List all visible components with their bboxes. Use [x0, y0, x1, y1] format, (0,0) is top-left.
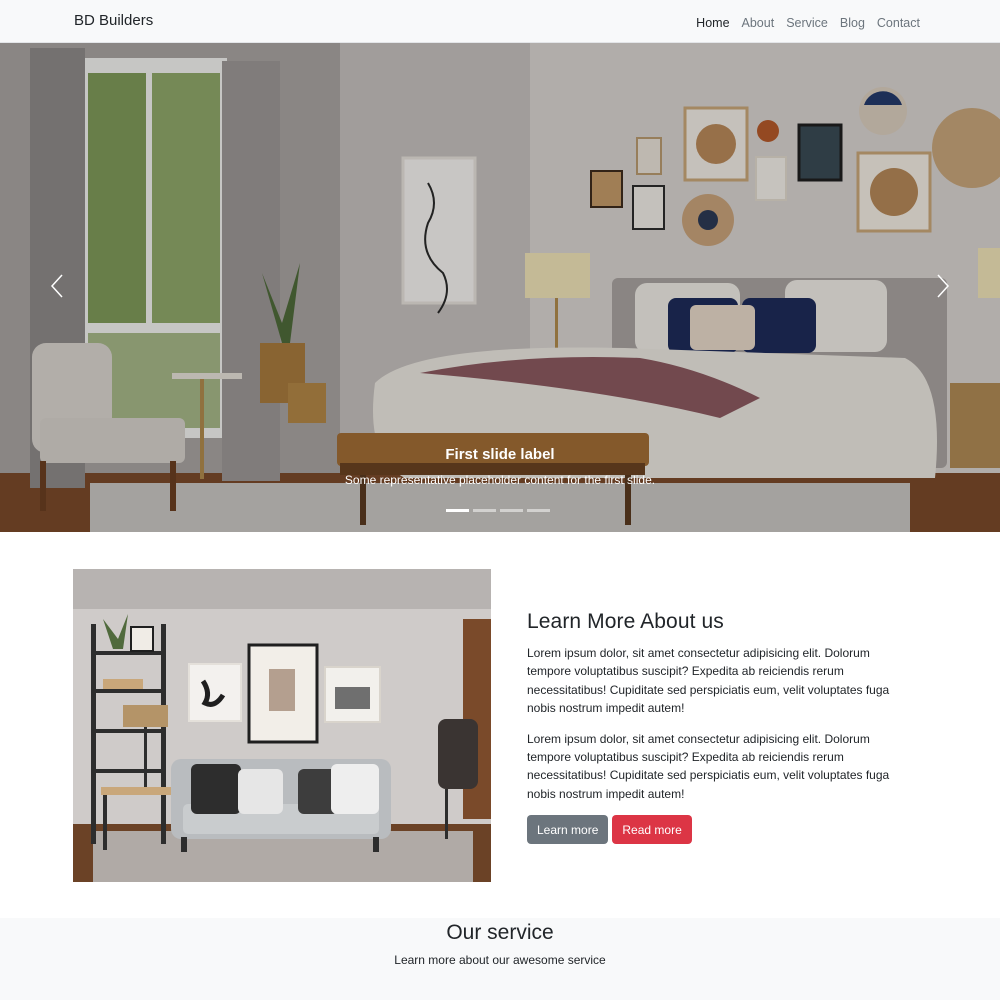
carousel-indicator-3[interactable] [500, 509, 523, 512]
about-paragraph-1: Lorem ipsum dolor, sit amet consectetur … [527, 646, 890, 716]
brand-link[interactable]: BD Builders [74, 12, 153, 29]
nav-link-contact[interactable]: Contact [877, 16, 920, 30]
carousel-indicator-2[interactable] [473, 509, 496, 512]
caption-title: First slide label [445, 446, 555, 463]
carousel-indicators [446, 509, 550, 512]
chevron-left-icon [50, 273, 64, 304]
learn-more-button[interactable]: Learn more [527, 815, 609, 845]
carousel-indicator-1[interactable] [446, 509, 469, 512]
nav-link-home[interactable]: Home [696, 16, 729, 30]
about-section: Learn More About us Lorem ipsum dolor, s… [527, 610, 907, 845]
nav-link-blog[interactable]: Blog [840, 16, 865, 30]
hero-carousel: First slide label Some representative pl… [0, 43, 1000, 532]
carousel-indicator-4[interactable] [527, 509, 550, 512]
caption-text: Some representative placeholder content … [344, 473, 656, 487]
navbar: BD Builders Home About Service Blog Cont… [0, 0, 1000, 43]
carousel-next-button[interactable] [928, 268, 958, 308]
service-section: Our service Learn more about our awesome… [0, 918, 1000, 1000]
nav-link-about[interactable]: About [742, 16, 775, 30]
service-heading: Our service [446, 921, 554, 944]
nav-links: Home About Service Blog Contact [696, 14, 920, 32]
service-subheading: Learn more about our awesome service [394, 953, 606, 967]
living-room-image [73, 569, 491, 882]
chevron-right-icon [936, 273, 950, 304]
about-paragraph-2: Lorem ipsum dolor, sit amet consectetur … [527, 731, 890, 801]
nav-link-service[interactable]: Service [786, 16, 828, 30]
about-buttons: Learn more Read more [527, 815, 907, 845]
about-heading: Learn More About us [527, 610, 724, 633]
read-more-button[interactable]: Read more [612, 815, 692, 845]
carousel-prev-button[interactable] [42, 268, 72, 308]
